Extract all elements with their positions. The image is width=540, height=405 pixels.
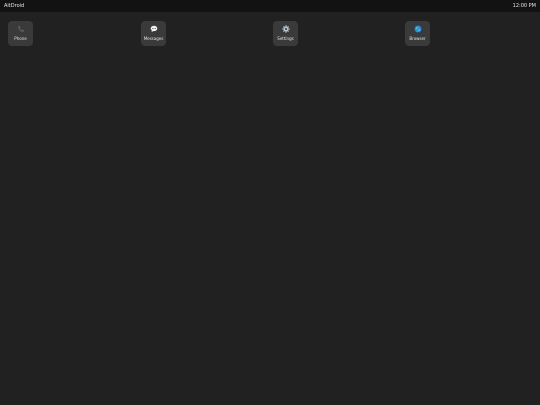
app-phone[interactable]: Phone xyxy=(8,21,33,46)
app-settings-label: Settings xyxy=(277,36,294,41)
app-messages[interactable]: Messages xyxy=(141,21,166,46)
app-phone-label: Phone xyxy=(14,36,27,41)
speech-bubble-icon xyxy=(141,25,166,33)
status-bar-app-name: AitDroid xyxy=(4,3,25,9)
status-bar: AitDroid 12:00 PM xyxy=(0,0,540,12)
globe-icon xyxy=(405,25,430,33)
app-messages-label: Messages xyxy=(143,36,164,41)
gear-icon xyxy=(273,25,298,33)
home-screen: Phone Messages Settings Browser xyxy=(0,12,540,405)
app-browser-label: Browser xyxy=(409,36,426,41)
app-browser[interactable]: Browser xyxy=(405,21,430,46)
status-bar-clock: 12:00 PM xyxy=(512,3,536,9)
phone-icon xyxy=(8,25,33,33)
app-settings[interactable]: Settings xyxy=(273,21,298,46)
